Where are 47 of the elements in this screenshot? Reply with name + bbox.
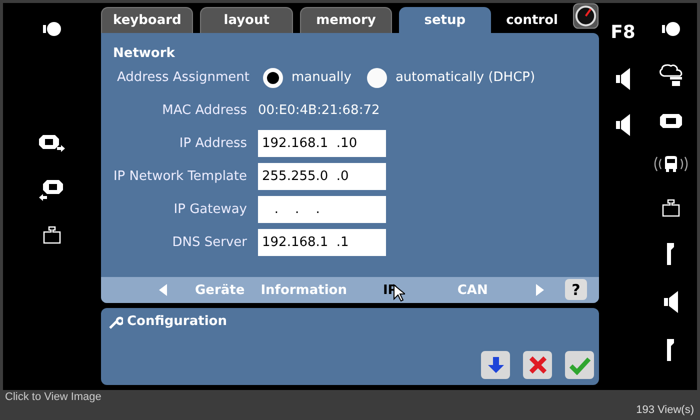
weight-icon[interactable] (662, 199, 680, 217)
check-icon (568, 355, 590, 375)
post-icon[interactable] (667, 243, 675, 265)
radio-label[interactable]: manually (291, 70, 352, 85)
tab[interactable]: layout (200, 7, 293, 33)
cancel-button[interactable] (523, 351, 552, 379)
speaker-icon[interactable] (616, 114, 630, 136)
field-label: IP Network Template (113, 169, 247, 184)
close-icon (528, 355, 548, 375)
field-label: IP Gateway (172, 202, 247, 217)
wrench-icon (109, 314, 123, 328)
tab[interactable]: setup (399, 7, 491, 33)
coupler-icon[interactable] (659, 113, 683, 129)
field-value: 00:E0:4B:21:68:72 (258, 103, 380, 118)
post-icon[interactable] (667, 339, 675, 361)
help-button[interactable]: ? (565, 279, 587, 300)
view-count: 193 View(s) (636, 404, 694, 416)
speaker-icon[interactable] (616, 68, 630, 90)
lamp-icon[interactable] (661, 21, 681, 37)
download-button[interactable] (481, 351, 510, 379)
coupler-arrow-icon[interactable] (38, 132, 66, 154)
coupler-arrow-icon[interactable] (38, 179, 66, 201)
caption-link[interactable]: Click to View Image (5, 391, 102, 403)
function-key-label[interactable]: F8 (610, 22, 636, 44)
bus-signal-icon[interactable] (653, 155, 689, 173)
input-field[interactable]: 192.168.1 .10 (258, 130, 386, 157)
tab[interactable]: memory (300, 7, 392, 33)
field-label: Address Assignment (116, 70, 250, 85)
radio-button[interactable] (367, 68, 388, 88)
input-field[interactable]: . . . (258, 196, 386, 223)
cloud-icon[interactable] (658, 63, 684, 87)
tab[interactable]: keyboard (101, 7, 194, 33)
weight-icon[interactable] (43, 226, 61, 244)
input-field[interactable]: 192.168.1 .1 (258, 229, 386, 256)
gauge-icon[interactable] (573, 3, 599, 29)
field-label: DNS Server (171, 235, 247, 250)
lamp-icon[interactable] (42, 21, 62, 37)
field-label: IP Address (178, 136, 247, 151)
tab[interactable]: control (498, 7, 566, 33)
field-label: MAC Address (161, 103, 247, 118)
speaker-icon[interactable] (664, 291, 678, 313)
section-title: Configuration (127, 314, 227, 329)
radio-label[interactable]: automatically (DHCP) (395, 70, 536, 85)
section-title: Network (113, 46, 176, 61)
down-arrow-icon (486, 355, 506, 375)
input-field[interactable]: 255.255.0 .0 (258, 163, 386, 190)
radio-button[interactable] (263, 68, 284, 88)
